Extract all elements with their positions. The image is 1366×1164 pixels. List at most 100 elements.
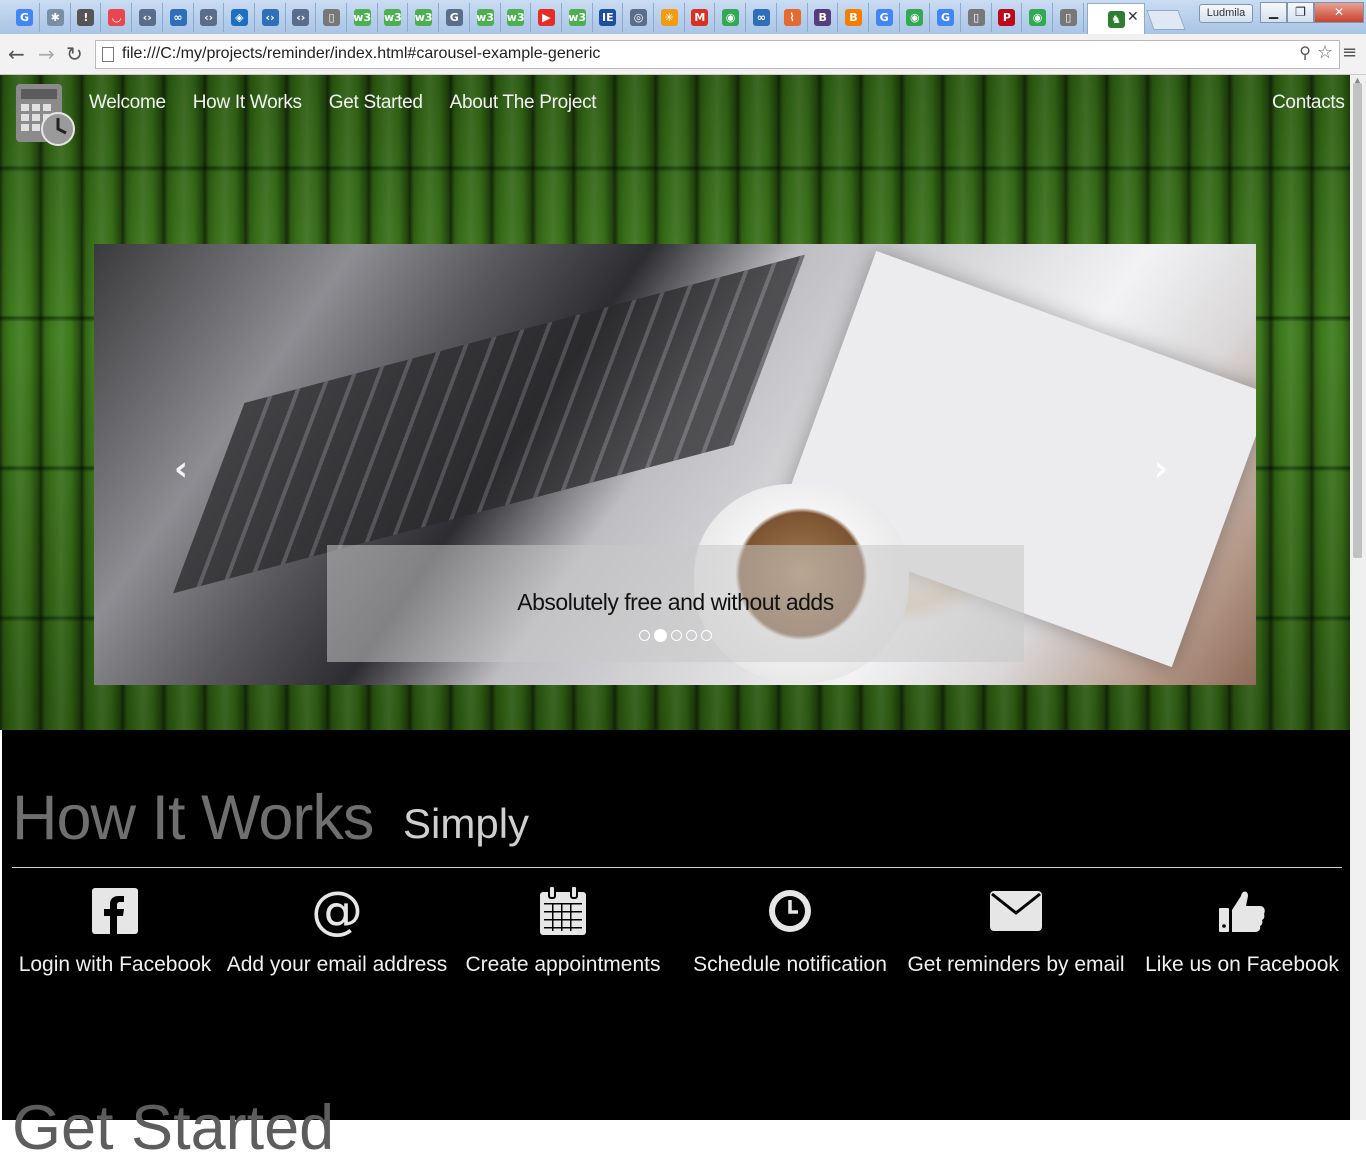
new-tab-button[interactable] — [1146, 10, 1186, 30]
main-nav: Welcome How It Works Get Started About T… — [89, 92, 597, 114]
page-icon — [102, 47, 114, 62]
google-icon: G — [937, 9, 954, 26]
clock-icon — [769, 890, 811, 932]
tab[interactable]: ‹› — [256, 3, 286, 32]
carousel-indicator[interactable] — [701, 630, 712, 641]
tab[interactable]: ✳ — [655, 3, 685, 32]
tab[interactable]: w3 — [501, 3, 532, 32]
close-window-button[interactable]: ✕ — [1314, 2, 1364, 23]
code-icon: ‹› — [138, 9, 156, 26]
tab[interactable]: ▯ — [1054, 3, 1084, 32]
envelope-icon — [990, 891, 1042, 931]
tab[interactable]: ! — [71, 3, 102, 32]
url-text[interactable]: file:///C:/my/projects/reminder/index.ht… — [122, 45, 600, 63]
tab[interactable]: w3 — [348, 3, 378, 32]
feature-label: Get reminders by email — [907, 953, 1125, 976]
w3-icon: w3 — [476, 9, 494, 26]
section-subtitle: Simply — [403, 800, 530, 847]
google-icon: G — [875, 9, 893, 26]
pinterest-icon: P — [998, 9, 1016, 26]
extension-icon: ✱ — [46, 9, 64, 26]
code-icon: ‹› — [292, 9, 310, 26]
feature-label: Create appointments — [465, 953, 661, 976]
tab[interactable]: ◡ — [102, 3, 133, 32]
page-icon: ▯ — [323, 9, 340, 26]
logo-icon[interactable] — [14, 80, 76, 148]
feature-schedule-notification: Schedule notification — [677, 885, 903, 976]
nav-how-it-works[interactable]: How It Works — [193, 92, 302, 114]
feature-label: Schedule notification — [693, 953, 887, 976]
tab[interactable]: ∞ — [164, 3, 194, 32]
nav-contacts[interactable]: Contacts — [1272, 92, 1345, 114]
tab-strip: G ✱! ◡ ‹› ∞ ‹› ◈ ‹› ‹› ▯ w3 w3 w3 Gw3 w3 ▶ w3 IE ◎ ✳ M ◉ ∞ ⌇ B B G… — [0, 0, 1366, 34]
infinity-icon: ∞ — [169, 9, 187, 26]
calendar-icon — [540, 886, 586, 935]
tab[interactable]: ◉ — [900, 3, 931, 32]
close-tab-icon[interactable]: ✕ — [1127, 9, 1139, 25]
carousel-caption-text: Absolutely free and without adds — [517, 589, 834, 615]
carousel-indicator[interactable] — [639, 630, 650, 641]
tab[interactable]: G — [870, 3, 900, 32]
reload-icon[interactable]: ↻ — [66, 42, 83, 66]
tab[interactable]: ◉ — [716, 3, 747, 32]
address-bar[interactable]: file:///C:/my/projects/reminder/index.ht… — [95, 40, 1340, 69]
nav-about-project[interactable]: About The Project — [450, 92, 597, 114]
menu-icon[interactable]: ≡ — [1342, 42, 1357, 63]
feature-login-facebook: Login with Facebook — [2, 885, 228, 976]
app-icon: ♞ — [1107, 10, 1125, 28]
google-icon: G — [16, 9, 33, 26]
code-icon: ‹› — [261, 9, 279, 26]
tab[interactable]: P — [992, 3, 1023, 32]
bootstrap-icon: B — [814, 9, 832, 26]
carousel-indicator[interactable] — [671, 630, 682, 641]
tab[interactable]: M — [685, 3, 716, 32]
tab[interactable]: w3 — [409, 3, 440, 32]
bookmark-star-icon[interactable]: ☆ — [1317, 42, 1333, 63]
tab[interactable]: ◎ — [624, 3, 654, 32]
carousel: ‹ › Absolutely free and without adds — [94, 244, 1256, 685]
tab[interactable]: G — [440, 3, 470, 32]
tab[interactable]: w3 — [378, 3, 409, 32]
carousel-prev-icon[interactable]: ‹ — [174, 449, 188, 489]
tab[interactable]: ▯ — [317, 3, 347, 32]
feature-label: Login with Facebook — [18, 953, 212, 976]
tab[interactable]: ⌇ — [778, 3, 808, 32]
scroll-thumb[interactable] — [1353, 83, 1362, 558]
carousel-next-icon[interactable]: › — [1154, 449, 1168, 489]
blogger-icon: B — [844, 9, 862, 26]
feature-label: Like us on Facebook — [1145, 953, 1339, 976]
tab[interactable]: ‹› — [286, 3, 317, 32]
nav-welcome[interactable]: Welcome — [89, 92, 166, 114]
tab[interactable]: w3 — [563, 3, 593, 32]
tab[interactable]: ▯ — [962, 3, 992, 32]
tab[interactable]: B — [839, 3, 869, 32]
minimize-button[interactable]: ▁ — [1260, 2, 1287, 23]
nav-get-started[interactable]: Get Started — [329, 92, 423, 114]
tab[interactable]: ‹› — [194, 3, 225, 32]
maximize-button[interactable]: ❐ — [1287, 2, 1314, 23]
tab[interactable]: G — [10, 3, 40, 32]
profile-button[interactable]: Ludmila — [1199, 4, 1253, 23]
tab[interactable]: w3 — [471, 3, 501, 32]
browser-toolbar: ← → ↻ file:///C:/my/projects/reminder/in… — [0, 34, 1366, 75]
chrome-icon: ◉ — [722, 9, 740, 26]
back-icon[interactable]: ← — [8, 42, 25, 66]
feature-create-appointments: Create appointments — [450, 885, 676, 976]
tab[interactable]: ‹› — [133, 3, 163, 32]
tab[interactable]: ∞ — [747, 3, 777, 32]
feature-add-email: @ Add your email address — [224, 885, 450, 976]
carousel-indicator[interactable] — [654, 629, 667, 642]
tab[interactable]: ✱ — [41, 3, 71, 32]
tab[interactable]: ◉ — [1023, 3, 1054, 32]
scrollbar[interactable]: ▲ — [1350, 75, 1366, 1120]
carousel-indicator[interactable] — [686, 630, 697, 641]
tab[interactable]: IE — [593, 3, 624, 32]
tab[interactable]: ▶ — [532, 3, 562, 32]
forward-icon[interactable]: → — [38, 42, 55, 66]
tab[interactable]: G — [931, 3, 961, 32]
tab[interactable]: B — [808, 3, 839, 32]
facebook-icon — [92, 888, 138, 934]
right-nav: Contacts — [1272, 92, 1345, 114]
tab[interactable]: ◈ — [225, 3, 255, 32]
zoom-icon[interactable]: ⚲ — [1299, 43, 1311, 62]
